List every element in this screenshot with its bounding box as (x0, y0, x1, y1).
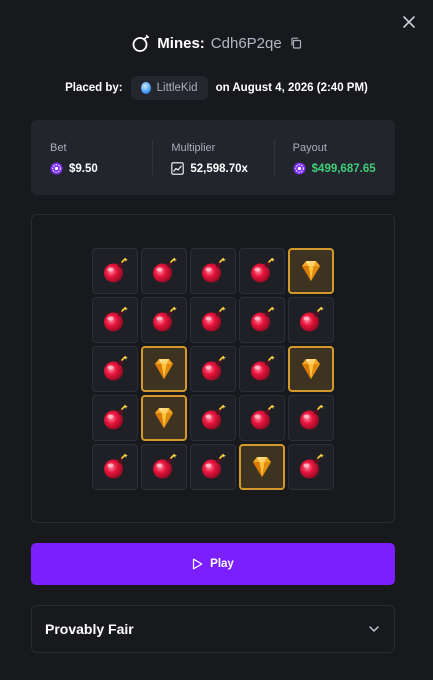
stat-bet: Bet $9.50 (31, 120, 152, 195)
page-title: Mines: (157, 34, 205, 52)
mine-icon (202, 306, 226, 332)
mine-icon (153, 257, 177, 283)
mine-icon (202, 257, 226, 283)
mine-icon (300, 404, 324, 430)
mines-grid (92, 248, 334, 490)
stat-payout: Payout $499,687.65 (273, 120, 395, 195)
tile-mine[interactable] (190, 395, 236, 441)
mine-icon (153, 453, 177, 479)
tile-mine[interactable] (190, 444, 236, 490)
multiplier-value: 52,598.70x (190, 162, 248, 175)
tile-mine[interactable] (92, 395, 138, 441)
tile-mine[interactable] (190, 248, 236, 294)
mine-icon (153, 306, 177, 332)
mine-icon (202, 453, 226, 479)
coin-icon (50, 162, 63, 175)
tile-mine[interactable] (92, 297, 138, 343)
modal-header: Mines: Cdh6P2qe (0, 33, 433, 53)
game-id: Cdh6P2qe (210, 34, 282, 52)
tile-gem[interactable] (141, 346, 187, 392)
payout-label: Payout (292, 142, 327, 154)
tile-mine[interactable] (190, 297, 236, 343)
play-label: Play (210, 558, 234, 570)
tile-mine[interactable] (288, 395, 334, 441)
tile-mine[interactable] (239, 346, 285, 392)
mine-icon (251, 355, 275, 381)
tile-mine[interactable] (92, 248, 138, 294)
play-button[interactable]: Play (31, 543, 395, 585)
tile-gem[interactable] (288, 346, 334, 392)
tile-mine[interactable] (92, 346, 138, 392)
tile-gem[interactable] (141, 395, 187, 441)
mine-icon (104, 453, 128, 479)
multiplier-label: Multiplier (171, 142, 216, 154)
copy-icon[interactable] (290, 37, 302, 49)
close-icon[interactable] (401, 14, 417, 30)
mine-icon (202, 404, 226, 430)
placed-date: on August 4, 2026 (2:40 PM) (215, 82, 368, 94)
user-chip[interactable]: LittleKid (130, 76, 208, 100)
stats-card: Bet $9.50 Multiplier 52,598.70x Payout $… (31, 120, 395, 195)
gem-icon (155, 408, 173, 428)
tile-mine[interactable] (288, 297, 334, 343)
tile-mine[interactable] (239, 395, 285, 441)
provably-fair-toggle[interactable]: Provably Fair (31, 605, 395, 653)
bet-value: $9.50 (69, 162, 98, 175)
avatar (140, 82, 151, 94)
provably-fair-title: Provably Fair (45, 621, 134, 637)
gem-icon (302, 261, 320, 281)
mine-icon (104, 306, 128, 332)
tile-mine[interactable] (288, 444, 334, 490)
coin-icon (293, 162, 306, 175)
gem-icon (302, 359, 320, 379)
mine-icon (104, 257, 128, 283)
mine-icon (300, 306, 324, 332)
mine-icon (251, 404, 275, 430)
mine-icon (300, 453, 324, 479)
tile-gem[interactable] (288, 248, 334, 294)
mine-icon (104, 404, 128, 430)
gem-icon (155, 359, 173, 379)
mine-icon (202, 355, 226, 381)
placed-by-label: Placed by: (65, 82, 123, 94)
play-icon (193, 558, 203, 570)
bet-label: Bet (50, 142, 67, 154)
placed-by-row: Placed by: LittleKid on August 4, 2026 (… (0, 76, 433, 100)
username: LittleKid (156, 82, 198, 94)
stat-multiplier: Multiplier 52,598.70x (152, 120, 273, 195)
mine-icon (132, 34, 150, 52)
mine-icon (251, 306, 275, 332)
tile-mine[interactable] (141, 297, 187, 343)
payout-value: $499,687.65 (311, 162, 376, 175)
tile-mine[interactable] (190, 346, 236, 392)
gem-icon (253, 457, 271, 477)
tile-mine[interactable] (239, 297, 285, 343)
mine-icon (104, 355, 128, 381)
tile-gem[interactable] (239, 444, 285, 490)
tile-mine[interactable] (239, 248, 285, 294)
board-panel (31, 214, 395, 523)
tile-mine[interactable] (141, 248, 187, 294)
trend-chart-icon (171, 162, 185, 175)
tile-mine[interactable] (141, 444, 187, 490)
tile-mine[interactable] (92, 444, 138, 490)
mine-icon (251, 257, 275, 283)
chevron-down-icon (369, 626, 379, 632)
